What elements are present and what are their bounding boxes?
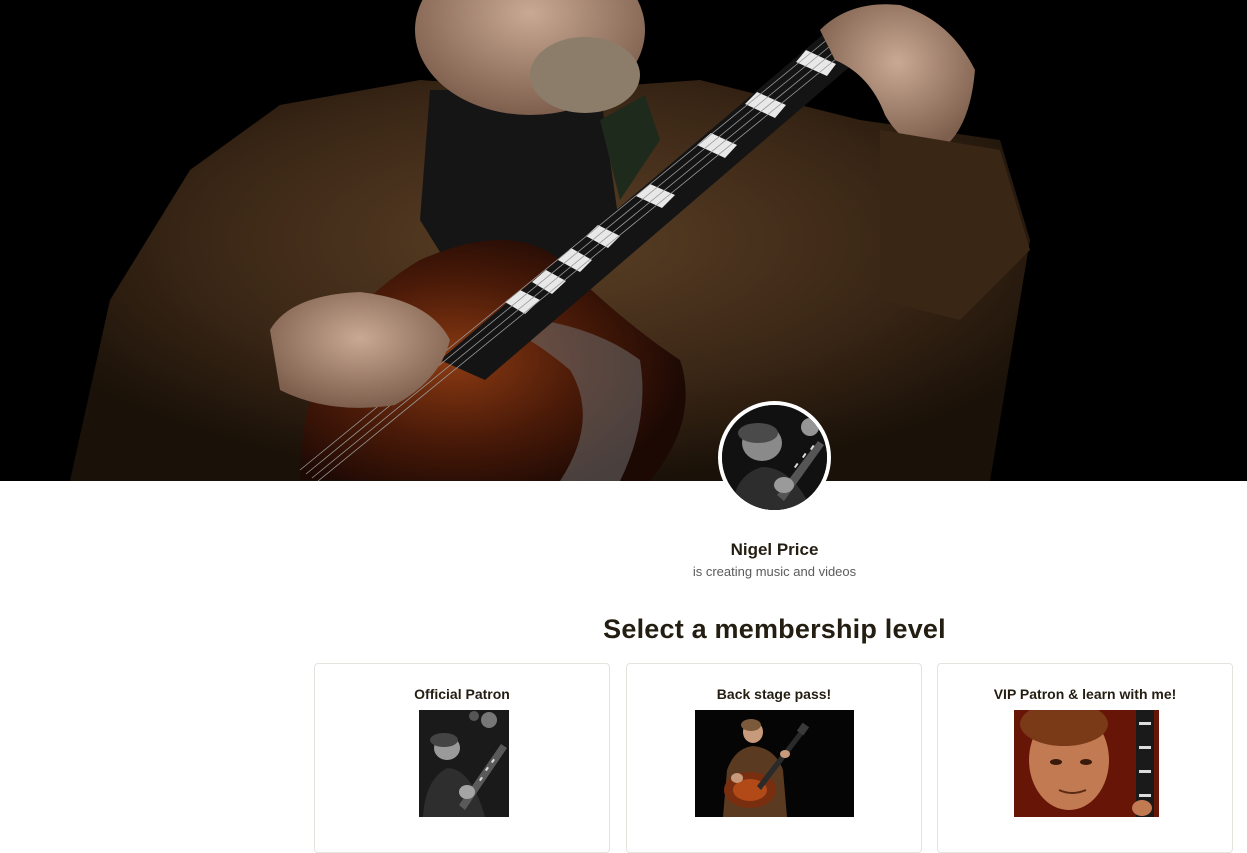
creator-tagline: is creating music and videos [692,564,857,579]
membership-heading: Select a membership level [603,614,946,644]
cover-photo [0,0,1247,481]
creator-name: Nigel Price [730,540,819,559]
tier-image [419,710,509,817]
tier-card-vip-patron[interactable]: VIP Patron & learn with me! [937,663,1233,853]
tier-card-official-patron[interactable]: Official Patron [314,663,610,853]
tier-image [1014,710,1159,817]
tier-title: Official Patron [414,686,510,702]
avatar[interactable] [718,401,831,514]
tier-image [695,710,854,817]
profile-photo [722,405,827,510]
tier-card-back-stage-pass[interactable]: Back stage pass! [626,663,922,853]
tier-title: Back stage pass! [716,686,832,702]
tier-title: VIP Patron & learn with me! [993,686,1177,702]
